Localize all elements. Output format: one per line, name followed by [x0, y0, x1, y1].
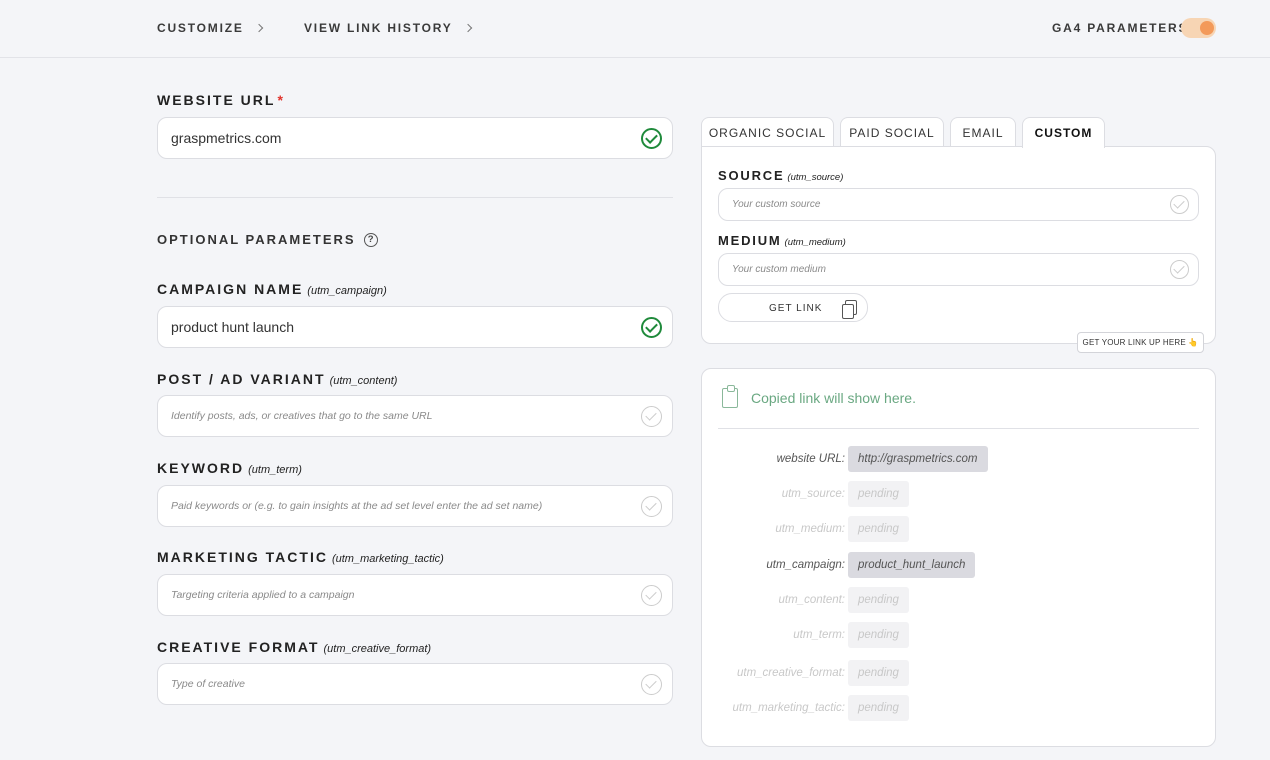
keyword-placeholder: Paid keywords or (e.g. to gain insights … [171, 500, 543, 512]
marketing-tactic-input[interactable]: Targeting criteria applied to a campaign [157, 574, 673, 616]
check-circle-icon [641, 317, 662, 338]
get-link-hint-tooltip: GET YOUR LINK UP HERE 👆 [1077, 332, 1204, 353]
campaign-name-input[interactable]: product hunt launch [157, 306, 673, 348]
help-circle-icon[interactable]: ? [363, 232, 378, 247]
result-key: utm_medium: [775, 523, 845, 535]
marketing-tactic-label-text: MARKETING TACTIC [157, 549, 328, 565]
term-param: (utm_term) [248, 464, 302, 476]
result-value: pending [848, 587, 909, 613]
medium-input[interactable]: Your custom medium [718, 253, 1199, 286]
check-circle-icon [641, 406, 662, 427]
result-value: pending [848, 695, 909, 721]
campaign-name-label: CAMPAIGN NAME (utm_campaign) [157, 281, 387, 297]
source-label-text: SOURCE [718, 168, 785, 183]
tactic-param: (utm_marketing_tactic) [331, 553, 444, 565]
source-label: SOURCE (utm_source) [718, 168, 843, 183]
source-param: (utm_source) [787, 172, 844, 183]
result-key: website URL: [776, 453, 845, 465]
tab-email[interactable]: EMAIL [950, 117, 1016, 147]
required-mark: * [277, 92, 285, 108]
get-link-label: GET LINK [769, 303, 823, 314]
check-circle-icon [1170, 260, 1189, 279]
history-label: VIEW LINK HISTORY [304, 21, 453, 35]
website-url-label: WEBSITE URL * [157, 92, 285, 108]
creative-format-label: CREATIVE FORMAT (utm_creative_format) [157, 639, 431, 655]
customize-label: CUSTOMIZE [157, 21, 244, 35]
campaign-name-value: product hunt launch [171, 319, 294, 335]
post-ad-variant-label-text: POST / AD VARIANT [157, 371, 326, 387]
result-value: pending [848, 516, 909, 542]
top-bar: CUSTOMIZE VIEW LINK HISTORY GA4 PARAMETE… [0, 0, 1270, 58]
website-url-label-text: WEBSITE URL [157, 92, 276, 108]
content-param: (utm_content) [329, 375, 398, 387]
ga4-parameters-toggle[interactable] [1181, 18, 1216, 38]
keyword-label-text: KEYWORD [157, 460, 245, 476]
source-placeholder: Your custom source [732, 199, 821, 210]
result-divider [718, 428, 1199, 429]
medium-placeholder: Your custom medium [732, 264, 826, 275]
website-url-value: graspmetrics.com [171, 130, 282, 146]
keyword-label: KEYWORD (utm_term) [157, 460, 302, 476]
custom-parameters-panel: SOURCE (utm_source) Your custom source ME… [701, 146, 1216, 344]
post-ad-variant-input[interactable]: Identify posts, ads, or creatives that g… [157, 395, 673, 437]
result-row-website-url: website URL: http://graspmetrics.com [702, 446, 1217, 472]
view-link-history-link[interactable]: VIEW LINK HISTORY [304, 21, 472, 35]
medium-label: MEDIUM (utm_medium) [718, 233, 846, 248]
result-key: utm_creative_format: [736, 667, 845, 679]
result-value: pending [848, 481, 909, 507]
marketing-tactic-placeholder: Targeting criteria applied to a campaign [171, 589, 355, 601]
get-link-button[interactable]: GET LINK [718, 293, 868, 322]
post-ad-variant-label: POST / AD VARIANT (utm_content) [157, 371, 397, 387]
result-key: utm_content: [778, 594, 845, 606]
result-row-utm-creative-format: utm_creative_format: pending [702, 660, 1217, 686]
result-row-utm-marketing-tactic: utm_marketing_tactic: pending [702, 695, 1217, 721]
tab-organic-social[interactable]: ORGANIC SOCIAL [701, 117, 834, 147]
ga4-parameters-label: GA4 PARAMETERS [1052, 21, 1189, 35]
result-row-utm-term: utm_term: pending [702, 622, 1217, 648]
creative-format-label-text: CREATIVE FORMAT [157, 639, 320, 655]
chevron-right-icon [463, 23, 472, 33]
check-circle-icon [641, 674, 662, 695]
tab-paid-social[interactable]: PAID SOCIAL [840, 117, 944, 147]
optional-parameters-text: OPTIONAL PARAMETERS [157, 232, 356, 247]
section-divider [157, 197, 673, 198]
clipboard-icon [722, 385, 738, 408]
result-value: http://graspmetrics.com [848, 446, 988, 472]
result-panel: Copied link will show here. website URL:… [701, 368, 1216, 747]
result-value: product_hunt_launch [848, 552, 976, 578]
campaign-param: (utm_campaign) [307, 285, 387, 297]
chevron-right-icon [254, 23, 263, 33]
creative-format-input[interactable]: Type of creative [157, 663, 673, 705]
optional-parameters-heading: OPTIONAL PARAMETERS ? [157, 232, 378, 247]
keyword-input[interactable]: Paid keywords or (e.g. to gain insights … [157, 485, 673, 527]
source-input[interactable]: Your custom source [718, 188, 1199, 221]
post-ad-variant-placeholder: Identify posts, ads, or creatives that g… [171, 410, 433, 422]
result-value: pending [848, 660, 909, 686]
result-row-utm-campaign: utm_campaign: product_hunt_launch [702, 552, 1217, 578]
toggle-knob [1200, 21, 1214, 35]
result-row-utm-medium: utm_medium: pending [702, 516, 1217, 542]
result-row-utm-source: utm_source: pending [702, 481, 1217, 507]
result-row-utm-content: utm_content: pending [702, 587, 1217, 613]
marketing-tactic-label: MARKETING TACTIC (utm_marketing_tactic) [157, 549, 444, 565]
creative-format-placeholder: Type of creative [171, 678, 245, 690]
tab-custom[interactable]: CUSTOM [1022, 117, 1105, 148]
result-key: utm_campaign: [766, 559, 845, 571]
check-circle-icon [641, 585, 662, 606]
check-circle-icon [1170, 195, 1189, 214]
website-url-input[interactable]: graspmetrics.com [157, 117, 673, 159]
result-value: pending [848, 622, 909, 648]
customize-link[interactable]: CUSTOMIZE [157, 21, 263, 35]
copied-link-text[interactable]: Copied link will show here. [751, 390, 916, 406]
check-circle-icon [641, 128, 662, 149]
format-param: (utm_creative_format) [323, 643, 432, 655]
check-circle-icon [641, 496, 662, 517]
result-key: utm_marketing_tactic: [732, 702, 846, 714]
medium-param: (utm_medium) [784, 237, 846, 248]
campaign-name-label-text: CAMPAIGN NAME [157, 281, 304, 297]
medium-label-text: MEDIUM [718, 233, 782, 248]
copy-icon [842, 300, 857, 319]
result-key: utm_term: [793, 629, 845, 641]
result-key: utm_source: [781, 488, 845, 500]
